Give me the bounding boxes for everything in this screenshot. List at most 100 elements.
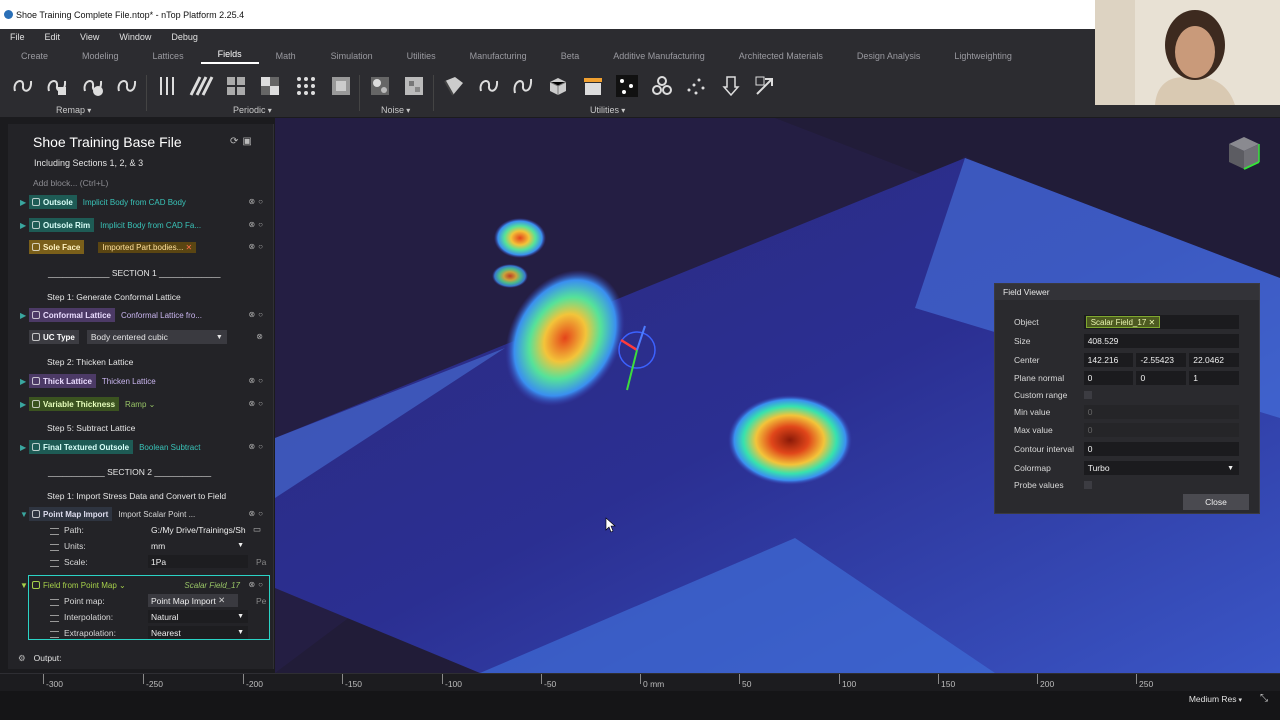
- tab-lightweighting[interactable]: Lightweighting: [937, 51, 1029, 61]
- periodic-grid-icon[interactable]: [223, 73, 249, 99]
- output-bar[interactable]: ⚙ Output:: [8, 649, 274, 667]
- block-uc-type[interactable]: UC Type Body centered cubic ▼ ⊗: [20, 329, 270, 345]
- plane-normal-y-field[interactable]: 0: [1136, 371, 1187, 385]
- noise-group-label[interactable]: Noise: [381, 105, 410, 115]
- remap-xyz-icon[interactable]: [114, 73, 140, 99]
- block-visibility-icon[interactable]: ⊗○: [248, 220, 266, 229]
- max-value-field[interactable]: 0: [1083, 423, 1239, 437]
- menu-edit[interactable]: Edit: [35, 32, 71, 42]
- expand-arrow-icon[interactable]: ▶: [20, 198, 29, 207]
- resize-icon[interactable]: ⤡: [1260, 693, 1268, 704]
- collapse-arrow-icon[interactable]: ▼: [20, 510, 29, 519]
- block-variable-thickness[interactable]: ▶ Variable Thickness Ramp ⌄ ⊗○: [20, 396, 270, 412]
- refresh-icon[interactable]: ⟳: [230, 136, 242, 147]
- noise-simplex-icon[interactable]: [367, 73, 393, 99]
- utilities-points-icon[interactable]: [614, 73, 640, 99]
- block-visibility-icon[interactable]: ⊗○: [248, 242, 266, 251]
- expand-arrow-icon[interactable]: ▶: [20, 377, 29, 386]
- utilities-transform-icon[interactable]: [752, 73, 778, 99]
- noise-gradient-icon[interactable]: [401, 73, 427, 99]
- utilities-scatter-icon[interactable]: [683, 73, 709, 99]
- path-input[interactable]: G:/My Drive/Trainings/Sh: [148, 523, 250, 536]
- tab-math[interactable]: Math: [259, 51, 313, 61]
- center-x-field[interactable]: 142.216: [1083, 353, 1134, 367]
- utilities-group-label[interactable]: Utilities: [590, 105, 625, 115]
- utilities-probe-icon[interactable]: [718, 73, 744, 99]
- chevron-down-icon[interactable]: ⌄: [149, 400, 156, 409]
- folder-icon[interactable]: ▭: [253, 524, 261, 535]
- probe-values-checkbox[interactable]: [1084, 481, 1092, 489]
- periodic-group-label[interactable]: Periodic: [233, 105, 272, 115]
- menu-file[interactable]: File: [0, 32, 35, 42]
- center-z-field[interactable]: 22.0462: [1189, 353, 1239, 367]
- block-final-textured-outsole[interactable]: ▶ Final Textured Outsole Boolean Subtrac…: [20, 439, 270, 455]
- plane-normal-x-field[interactable]: 0: [1083, 371, 1134, 385]
- scale-input[interactable]: 1Pa: [148, 555, 248, 568]
- contour-interval-field[interactable]: 0: [1083, 442, 1239, 456]
- utilities-curve-icon[interactable]: [476, 73, 502, 99]
- remap-sphere-icon[interactable]: [80, 73, 106, 99]
- view-cube[interactable]: [1225, 134, 1263, 174]
- resolution-select[interactable]: Medium Res: [1189, 694, 1242, 704]
- remove-icon[interactable]: ✕: [186, 243, 193, 252]
- tab-beta[interactable]: Beta: [544, 51, 597, 61]
- tab-fields[interactable]: Fields: [200, 49, 259, 64]
- colormap-select[interactable]: Turbo ▼: [1083, 461, 1239, 475]
- remap-fx-icon[interactable]: [10, 73, 36, 99]
- tab-additive-manufacturing[interactable]: Additive Manufacturing: [596, 51, 722, 61]
- periodic-dots-icon[interactable]: [293, 73, 319, 99]
- plane-normal-z-field[interactable]: 1: [1189, 371, 1239, 385]
- menu-window[interactable]: Window: [109, 32, 161, 42]
- expand-arrow-icon[interactable]: ▶: [20, 400, 29, 409]
- uc-type-select[interactable]: Body centered cubic ▼: [86, 330, 227, 344]
- tab-architected-materials[interactable]: Architected Materials: [722, 51, 840, 61]
- tab-lattices[interactable]: Lattices: [136, 51, 201, 61]
- size-field[interactable]: 408.529: [1083, 334, 1239, 348]
- utilities-spheres-icon[interactable]: [649, 73, 675, 99]
- block-visibility-icon[interactable]: ⊗○: [248, 197, 266, 206]
- utilities-cookie-icon[interactable]: [580, 73, 606, 99]
- units-select[interactable]: mm ▼: [148, 539, 248, 552]
- periodic-stripes-icon[interactable]: [188, 73, 214, 99]
- periodic-checker-icon[interactable]: [257, 73, 283, 99]
- block-visibility-icon[interactable]: ⊗○: [248, 399, 266, 408]
- menu-debug[interactable]: Debug: [161, 32, 208, 42]
- block-thick-lattice[interactable]: ▶ Thick Lattice Thicken Lattice ⊗○: [20, 373, 270, 389]
- block-outsole[interactable]: ▶ Outsole Implicit Body from CAD Body ⊗○: [20, 194, 270, 210]
- remove-icon[interactable]: ✕: [1149, 318, 1156, 327]
- block-visibility-icon[interactable]: ⊗○: [248, 310, 266, 319]
- min-value-field[interactable]: 0: [1083, 405, 1239, 419]
- help-icon[interactable]: ⊗: [256, 332, 266, 341]
- tab-simulation[interactable]: Simulation: [313, 51, 390, 61]
- tab-manufacturing[interactable]: Manufacturing: [453, 51, 544, 61]
- remap-field-icon[interactable]: [44, 73, 70, 99]
- utilities-box-icon[interactable]: [545, 73, 571, 99]
- tab-design-analysis[interactable]: Design Analysis: [840, 51, 938, 61]
- block-visibility-icon[interactable]: ⊗○: [248, 509, 266, 518]
- block-outsole-rim[interactable]: ▶ Outsole Rim Implicit Body from CAD Fa.…: [20, 217, 270, 233]
- tab-modeling[interactable]: Modeling: [65, 51, 136, 61]
- block-visibility-icon[interactable]: ⊗○: [248, 376, 266, 385]
- expand-arrow-icon[interactable]: ▶: [20, 443, 29, 452]
- periodic-cells-icon[interactable]: [328, 73, 354, 99]
- close-button[interactable]: Close: [1183, 494, 1249, 510]
- add-block-input[interactable]: Add block... (Ctrl+L): [33, 178, 108, 188]
- custom-range-checkbox[interactable]: [1084, 391, 1092, 399]
- utilities-link-icon[interactable]: [510, 73, 536, 99]
- center-y-field[interactable]: -2.55423: [1136, 353, 1187, 367]
- tab-create[interactable]: Create: [0, 51, 65, 61]
- menu-view[interactable]: View: [70, 32, 109, 42]
- block-point-map-import[interactable]: ▼ Point Map Import Import Scalar Point .…: [20, 506, 270, 522]
- block-conformal-lattice[interactable]: ▶ Conformal Lattice Conformal Lattice fr…: [20, 307, 270, 323]
- notebook-menu-icon[interactable]: ▣: [242, 136, 255, 147]
- field-viewer-icon[interactable]: [441, 73, 467, 99]
- ribbon-tabs: Create Modeling Lattices Fields Math Sim…: [0, 45, 1280, 67]
- tab-utilities[interactable]: Utilities: [390, 51, 453, 61]
- remap-group-label[interactable]: Remap: [56, 105, 91, 115]
- block-sole-face[interactable]: Sole Face Imported Part.bodies... ✕ ⊗○: [20, 239, 270, 255]
- expand-arrow-icon[interactable]: ▶: [20, 221, 29, 230]
- block-visibility-icon[interactable]: ⊗○: [248, 442, 266, 451]
- expand-arrow-icon[interactable]: ▶: [20, 311, 29, 320]
- object-field[interactable]: Scalar Field_17 ✕: [1083, 315, 1239, 329]
- periodic-wave-icon[interactable]: [155, 73, 181, 99]
